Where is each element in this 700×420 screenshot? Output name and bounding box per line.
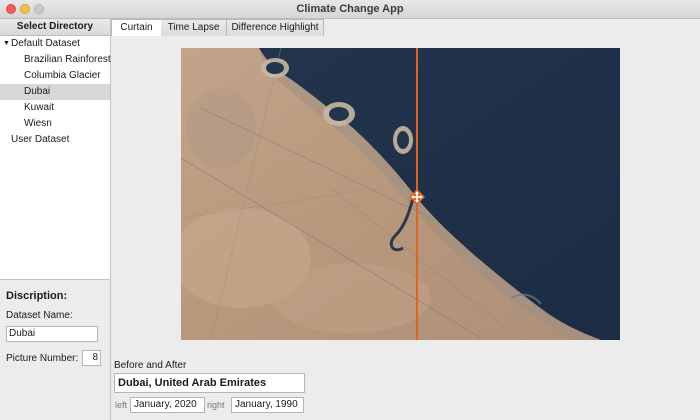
- dataset-name-field[interactable]: Dubai: [6, 326, 98, 342]
- tree-item-default-dataset[interactable]: ▼ Default Dataset: [0, 36, 110, 52]
- directory-tree: ▼ Default Dataset Brazilian Rainforest C…: [0, 36, 111, 148]
- picture-number-field[interactable]: 8: [82, 350, 101, 366]
- tree-item-label: Brazilian Rainforest: [24, 54, 111, 65]
- satellite-image[interactable]: [181, 48, 620, 340]
- dataset-name-label: Dataset Name:: [6, 310, 73, 321]
- tree-item-user-dataset[interactable]: User Dataset: [0, 132, 110, 148]
- tree-item-brazilian-rainforest[interactable]: Brazilian Rainforest: [0, 52, 111, 68]
- tree-item-wiesn[interactable]: Wiesn: [0, 116, 110, 132]
- tree-item-dubai[interactable]: Dubai: [0, 84, 110, 100]
- sidebar: Select Directory ▼ Default Dataset Brazi…: [0, 19, 111, 420]
- satellite-image-art: [181, 48, 620, 340]
- tab-difference-highlight[interactable]: Difference Highlight: [227, 19, 324, 37]
- tree-item-kuwait[interactable]: Kuwait: [0, 100, 110, 116]
- sidebar-header: Select Directory: [0, 19, 110, 36]
- tree-item-columbia-glacier[interactable]: Columbia Glacier: [0, 68, 110, 84]
- location-field[interactable]: Dubai, United Arab Emirates: [114, 373, 305, 393]
- tree-item-label: Dubai: [24, 86, 51, 97]
- tree-item-label: Default Dataset: [11, 38, 80, 49]
- tree-item-label: Kuwait: [24, 102, 55, 113]
- comparison-panel: Before and After Dubai, United Arab Emir…: [111, 352, 700, 420]
- description-title: Discription:: [6, 290, 68, 302]
- left-date-label: left: [115, 400, 128, 410]
- scrollbar-track[interactable]: [691, 36, 700, 350]
- window-title: Climate Change App: [296, 3, 404, 15]
- left-date-field[interactable]: January, 2020: [130, 397, 205, 413]
- before-after-label: Before and After: [114, 360, 187, 371]
- disclosure-triangle-icon[interactable]: ▼: [3, 36, 10, 52]
- right-date-label: right: [207, 400, 225, 410]
- curtain-view: [111, 36, 691, 350]
- title-bar: Climate Change App: [0, 0, 700, 19]
- move-arrows-icon[interactable]: [409, 189, 425, 205]
- tree-item-label: Columbia Glacier: [24, 70, 101, 81]
- app-window: Climate Change App Select Directory ▼ De…: [0, 0, 700, 420]
- tree-item-label: Wiesn: [24, 118, 52, 129]
- tab-curtain[interactable]: Curtain: [111, 19, 162, 37]
- picture-number-label: Picture Number:: [6, 353, 79, 364]
- right-date-field[interactable]: January, 1990: [231, 397, 304, 413]
- curtain-handle-glyph: [409, 189, 425, 205]
- tree-item-label: User Dataset: [11, 134, 70, 145]
- description-panel: Discription: Dataset Name: Dubai Picture…: [0, 279, 110, 420]
- tab-time-lapse[interactable]: Time Lapse: [161, 19, 227, 37]
